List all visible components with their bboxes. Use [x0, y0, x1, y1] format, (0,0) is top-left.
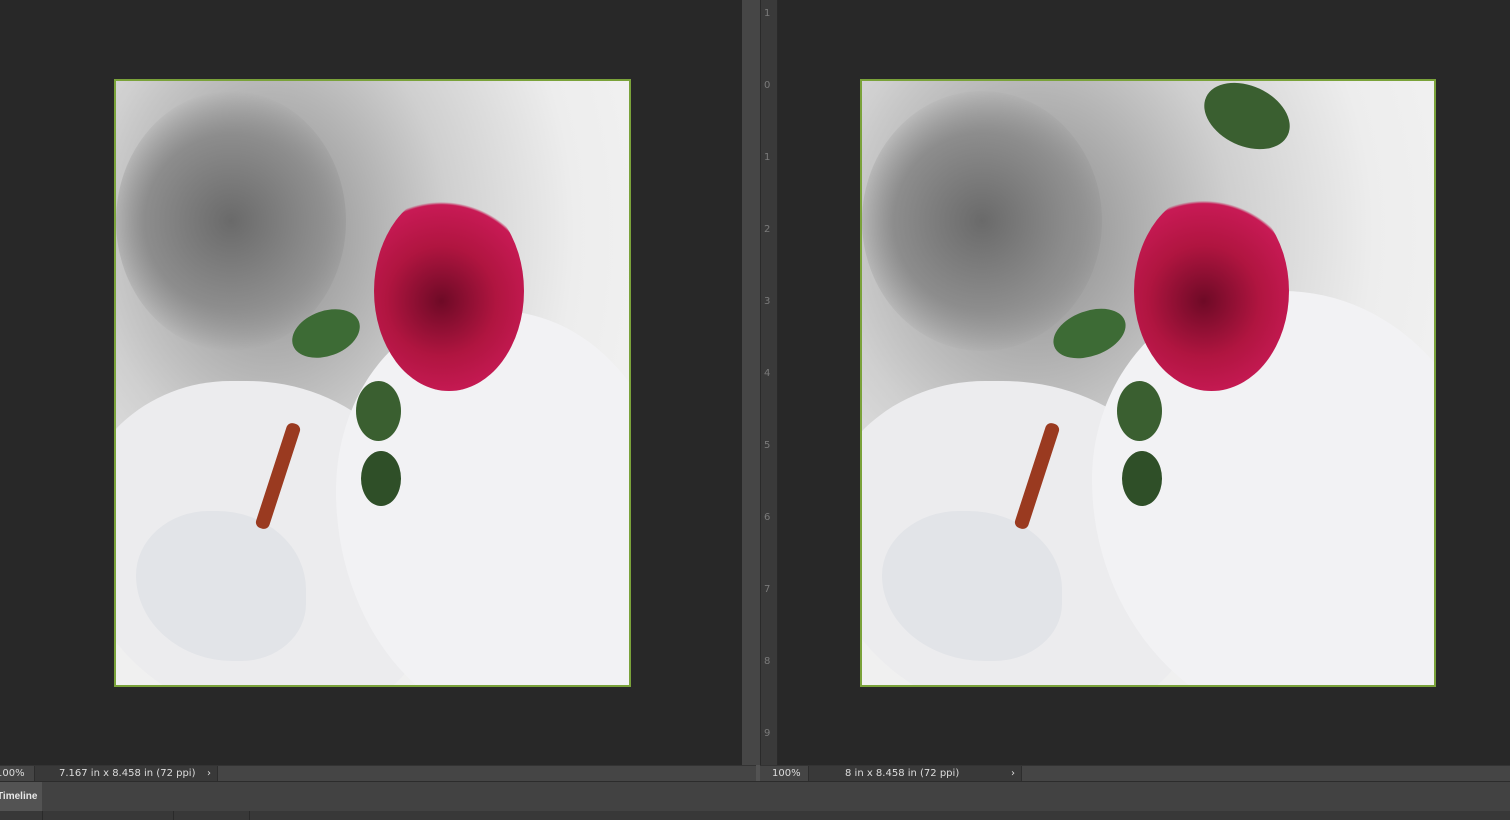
image-canvas-right[interactable]: [860, 79, 1436, 687]
chevron-right-icon[interactable]: ›: [1011, 766, 1015, 781]
panel-tab-bar: Timeline: [0, 781, 1510, 811]
ruler-tick: 1: [764, 8, 771, 19]
leaf: [1122, 451, 1162, 506]
document-window-right[interactable]: [778, 0, 1510, 765]
document-window-left[interactable]: [0, 0, 742, 765]
vertical-ruler[interactable]: 1 0 1 2 3 4 5 6 7 8 9: [760, 0, 778, 765]
blurred-foliage: [116, 91, 346, 351]
timeline-segment: [43, 811, 174, 820]
ruler-tick: 7: [764, 584, 771, 595]
zoom-level[interactable]: 100%: [772, 768, 801, 779]
ruler-tick: 6: [764, 512, 771, 523]
leaf: [361, 451, 401, 506]
timeline-segment: [174, 811, 250, 820]
leaf: [1117, 381, 1162, 441]
window-divider[interactable]: [742, 0, 760, 765]
status-bar-left: 100% 7.167 in x 8.458 in (72 ppi) ›: [0, 765, 756, 781]
ruler-tick: 8: [764, 656, 771, 667]
document-size-text: 8 in x 8.458 in (72 ppi): [845, 768, 960, 779]
ruler-tick: 0: [764, 80, 771, 91]
rose-flower: [374, 191, 524, 391]
ruler-tick: 2: [764, 224, 771, 235]
ruler-tick: 9: [764, 728, 771, 739]
leaf: [356, 381, 401, 441]
ruler-tick: 1: [764, 152, 771, 163]
timeline-segment: [0, 811, 43, 820]
rose-flower: [1134, 191, 1289, 391]
zoom-level[interactable]: 100%: [0, 768, 25, 779]
status-bar-right: 100% 8 in x 8.458 in (72 ppi) ›: [760, 765, 1510, 781]
image-canvas-left[interactable]: [114, 79, 631, 687]
ruler-tick: 3: [764, 296, 771, 307]
ruler-tick: 4: [764, 368, 771, 379]
tab-timeline[interactable]: Timeline: [0, 782, 42, 811]
document-size-text: 7.167 in x 8.458 in (72 ppi): [59, 768, 196, 779]
document-info[interactable]: 7.167 in x 8.458 in (72 ppi) ›: [34, 766, 218, 781]
document-info[interactable]: 8 in x 8.458 in (72 ppi) ›: [808, 766, 1022, 781]
timeline-panel-strip: [0, 811, 1510, 820]
chevron-right-icon[interactable]: ›: [207, 766, 211, 781]
ruler-tick: 5: [764, 440, 771, 451]
leaf: [1193, 81, 1301, 163]
blurred-foliage: [862, 91, 1102, 351]
